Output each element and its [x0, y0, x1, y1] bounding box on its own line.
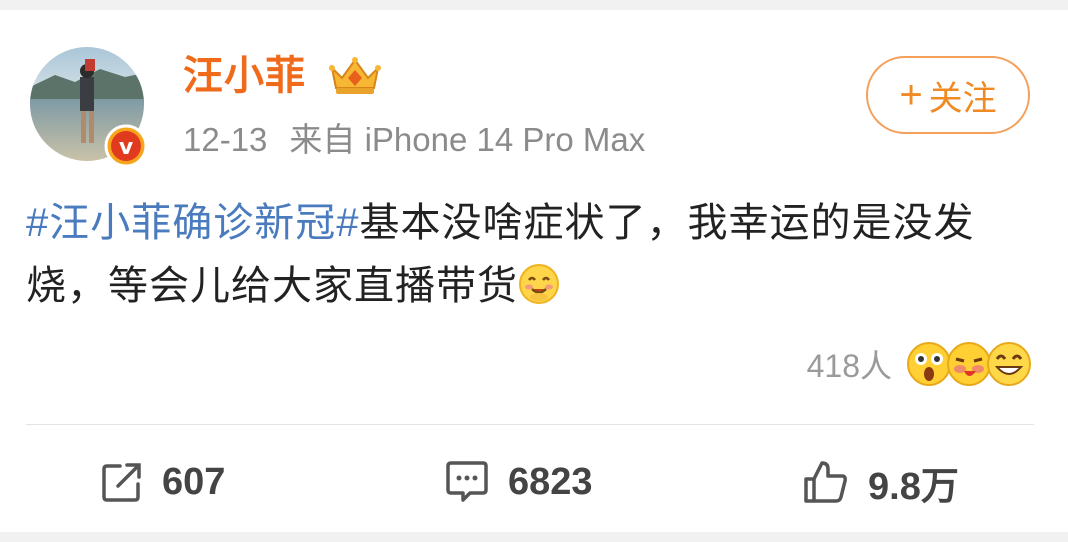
username[interactable]: 汪小菲	[183, 50, 306, 102]
crown-badge-icon	[329, 57, 381, 94]
post-source: 来自 iPhone 14 Pro Max	[289, 121, 646, 158]
post-meta: 12-13 来自 iPhone 14 Pro Max	[183, 118, 645, 162]
thumbs-up-icon	[804, 461, 847, 503]
verified-v-icon: v	[104, 124, 148, 168]
reactions-summary[interactable]: 418人	[807, 336, 1032, 392]
comment-button[interactable]: 6823	[444, 454, 593, 510]
comment-count: 6823	[508, 460, 593, 503]
like-count: 9.8万	[868, 465, 959, 508]
post-content: #汪小菲确诊新冠#基本没啥症状了，我幸运的是没发烧，等会儿给大家直播带货	[26, 192, 1026, 318]
divider	[26, 424, 1034, 425]
repost-icon	[102, 463, 141, 502]
repost-button[interactable]: 607	[100, 454, 225, 510]
repost-count: 607	[162, 460, 226, 503]
plus-icon: +	[899, 73, 923, 117]
reaction-count: 418人	[806, 348, 892, 384]
like-button[interactable]: 9.8万	[802, 454, 959, 510]
bottom-separator	[0, 532, 1068, 542]
follow-button[interactable]: + 关注	[866, 56, 1030, 134]
post-date: 12-13	[183, 121, 268, 158]
grin-emoji-icon	[987, 342, 1031, 386]
svg-text:v: v	[119, 135, 134, 160]
weibo-post: v 汪小菲 12-13 来自 iPhone 14 Pro Max + 关注 #汪小…	[0, 0, 1068, 542]
smile-blush-emoji-icon	[519, 264, 559, 304]
hashtag-link[interactable]: #汪小菲确诊新冠#	[26, 201, 360, 245]
follow-label: 关注	[928, 79, 997, 118]
comment-icon	[446, 461, 488, 502]
